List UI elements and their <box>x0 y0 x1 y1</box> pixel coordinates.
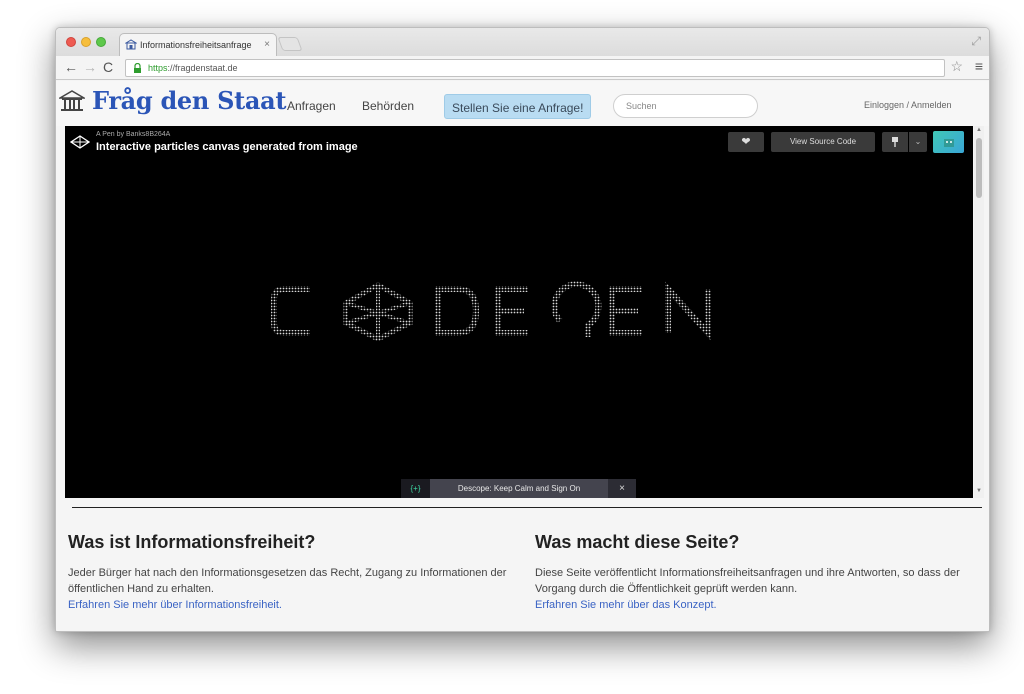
codepen-embed[interactable]: A Pen by Banks8B264A Interactive particl… <box>65 126 973 498</box>
pin-icon <box>892 137 898 147</box>
tab-close-icon[interactable]: × <box>264 39 270 50</box>
scrollbar-thumb[interactable] <box>976 138 982 198</box>
info-heading: Was macht diese Seite? <box>535 532 740 552</box>
url-text: ://fragdenstaat.de <box>167 63 238 73</box>
building-logo-icon[interactable] <box>59 90 85 112</box>
fullscreen-icon[interactable]: ⤢ <box>971 34 981 49</box>
nav-link-behoerden[interactable]: Behörden <box>362 99 414 113</box>
browser-toolbar: ← → C https://fragdenstaat.de ☆ ≡ <box>56 56 989 80</box>
pin-dropdown-button[interactable]: ⌄ <box>909 132 927 152</box>
minimize-window-button[interactable] <box>81 37 91 47</box>
avatar-face-icon <box>944 139 954 147</box>
info-section-about-site: Was macht diese Seite? Diese Seite veröf… <box>535 532 980 613</box>
sponsor-bar[interactable]: {+} Descope: Keep Calm and Sign On × <box>401 479 636 498</box>
tab-title: Informationsfreiheitsanfrage <box>140 40 252 50</box>
info-body: Jeder Bürger hat nach den Informationsge… <box>68 567 507 595</box>
forward-arrow-icon[interactable]: → <box>83 59 97 75</box>
login-link[interactable]: Einloggen / Anmelden <box>864 100 952 110</box>
heart-button[interactable]: ❤ <box>728 132 764 152</box>
building-icon <box>125 39 137 50</box>
zoom-window-button[interactable] <box>96 37 106 47</box>
particles-canvas[interactable] <box>270 281 720 341</box>
pin-button[interactable] <box>882 132 908 152</box>
sponsor-close-icon[interactable]: × <box>608 479 636 498</box>
learn-more-link[interactable]: Erfahren Sie mehr über Informationsfreih… <box>68 597 513 613</box>
close-window-button[interactable] <box>66 37 76 47</box>
browser-tab[interactable]: Informationsfreiheitsanfrage × <box>119 33 277 56</box>
reload-icon[interactable]: C <box>103 59 113 75</box>
browser-menu-icon[interactable]: ≡ <box>975 58 983 74</box>
descope-logo-icon: {+} <box>401 479 430 498</box>
scroll-up-icon[interactable]: ▲ <box>976 127 982 133</box>
learn-more-link[interactable]: Erfahren Sie mehr über das Konzept. <box>535 597 980 613</box>
browser-window: Informationsfreiheitsanfrage × ⤢ ← → C h… <box>55 27 990 632</box>
site-logo[interactable]: Fråg den Staat <box>92 86 287 115</box>
nav-link-anfragen[interactable]: Anfragen <box>287 99 336 113</box>
url-scheme: https <box>148 63 168 73</box>
bookmark-star-icon[interactable]: ☆ <box>950 58 963 75</box>
make-request-button[interactable]: Stellen Sie eine Anfrage! <box>444 94 592 119</box>
lock-icon <box>134 63 141 73</box>
info-section-informationsfreiheit: Was ist Informationsfreiheit? Jeder Bürg… <box>68 532 513 613</box>
view-source-button[interactable]: View Source Code <box>771 132 875 152</box>
tab-bar: Informationsfreiheitsanfrage × ⤢ <box>56 28 989 56</box>
codepen-logo-icon[interactable] <box>70 135 90 149</box>
user-avatar[interactable] <box>933 131 964 153</box>
site-header: Fråg den Staat Anfragen Behörden Stellen… <box>56 81 989 126</box>
page-scrollbar[interactable]: ▲ ▼ <box>974 126 984 498</box>
sponsor-text[interactable]: Descope: Keep Calm and Sign On <box>430 479 608 498</box>
search-input[interactable]: Suchen <box>613 94 758 118</box>
pen-author[interactable]: A Pen by Banks8B264A <box>96 131 170 138</box>
pen-title[interactable]: Interactive particles canvas generated f… <box>96 141 358 153</box>
section-divider <box>72 507 982 508</box>
scroll-down-icon[interactable]: ▼ <box>976 488 982 494</box>
screenshot-stage: Informationsfreiheitsanfrage × ⤢ ← → C h… <box>0 0 1024 694</box>
info-body: Diese Seite veröffentlicht Informationsf… <box>535 567 960 595</box>
new-tab-button[interactable] <box>277 37 303 51</box>
back-arrow-icon[interactable]: ← <box>64 59 78 75</box>
address-bar[interactable]: https://fragdenstaat.de <box>125 59 945 77</box>
page-content: Fråg den Staat Anfragen Behörden Stellen… <box>56 81 989 631</box>
info-heading: Was ist Informationsfreiheit? <box>68 532 316 552</box>
